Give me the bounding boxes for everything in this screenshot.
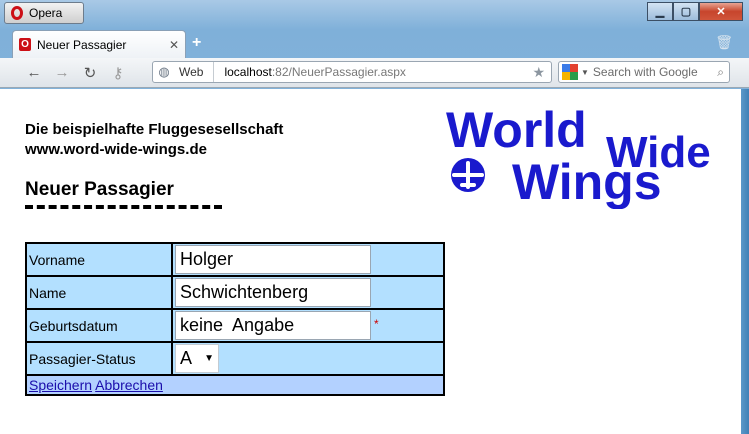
company-name: Die beispielhafte Fluggesesellschaft xyxy=(25,121,284,138)
form-row-vorname: Vorname xyxy=(25,242,445,277)
form-row-name: Name xyxy=(25,275,445,310)
form-actions-row: Speichern Abbrechen xyxy=(25,374,445,396)
window-edge xyxy=(741,89,749,434)
url-path: :82/NeuerPassagier.aspx xyxy=(271,65,406,79)
name-input[interactable] xyxy=(175,278,371,307)
trash-icon[interactable]: 🗑 xyxy=(715,34,733,51)
navigation-toolbar: ← → ↻ ⚷ ◍ Web localhost:82/NeuerPassagie… xyxy=(0,58,749,88)
save-link[interactable]: Speichern xyxy=(29,377,92,393)
opera-menu-button[interactable]: Opera xyxy=(4,2,84,24)
geburtsdatum-label: Geburtsdatum xyxy=(25,308,173,343)
url-host: localhost xyxy=(224,65,272,79)
address-bar[interactable]: ◍ Web localhost:82/NeuerPassagier.aspx ★ xyxy=(152,61,552,83)
vorname-label: Vorname xyxy=(25,242,173,277)
search-engine-dropdown-icon[interactable]: ▼ xyxy=(581,68,589,77)
key-icon[interactable]: ⚷ xyxy=(104,64,132,82)
search-icon[interactable]: ⌕ xyxy=(717,65,729,80)
logo-text-world: World xyxy=(446,102,587,158)
maximize-button[interactable]: ▢ xyxy=(673,2,699,21)
close-window-button[interactable]: ✕ xyxy=(699,2,743,21)
new-tab-button[interactable]: + xyxy=(192,34,201,52)
address-mode-label: Web xyxy=(175,62,215,82)
search-bar[interactable]: ▼ Search with Google ⌕ xyxy=(558,61,730,83)
page-title: Neuer Passagier xyxy=(25,179,222,209)
tab-close-icon[interactable]: ✕ xyxy=(169,38,179,52)
google-icon xyxy=(562,64,578,80)
form-row-geburtsdatum: Geburtsdatum * xyxy=(25,308,445,343)
url-text[interactable]: localhost:82/NeuerPassagier.aspx xyxy=(214,65,405,79)
company-url: www.word-wide-wings.de xyxy=(25,141,207,158)
logo-text-wings: Wings xyxy=(512,154,662,209)
passagier-status-label: Passagier-Status xyxy=(25,341,173,376)
page-content: Die beispielhafte Fluggesesellschaft www… xyxy=(0,89,741,434)
opera-favicon-icon: O xyxy=(19,38,31,51)
opera-menu-label: Opera xyxy=(29,6,63,20)
globe-icon: ◍ xyxy=(158,64,170,79)
company-info: Die beispielhafte Fluggesesellschaft www… xyxy=(25,120,283,160)
airplane-icon xyxy=(451,158,485,192)
minimize-button[interactable]: ▁ xyxy=(647,2,673,21)
world-wide-wings-logo: World Wide Wings xyxy=(446,102,711,209)
passenger-form: Vorname Name Geburtsdatum * Passagier-St… xyxy=(25,242,445,396)
chevron-down-icon: ▼ xyxy=(204,353,214,364)
tab-title: Neuer Passagier xyxy=(37,37,127,52)
search-placeholder: Search with Google xyxy=(592,65,698,79)
back-icon[interactable]: ← xyxy=(20,64,48,81)
passagier-status-value: A xyxy=(180,348,193,368)
required-marker: * xyxy=(374,317,379,331)
cancel-link[interactable]: Abbrechen xyxy=(95,377,163,393)
tab-neuer-passagier[interactable]: O Neuer Passagier ✕ xyxy=(12,30,186,58)
reload-icon[interactable]: ↻ xyxy=(76,64,104,82)
window-controls: ▁ ▢ ✕ xyxy=(647,2,743,21)
form-row-status: Passagier-Status A ▼ xyxy=(25,341,445,376)
bookmark-star-icon[interactable]: ★ xyxy=(532,64,551,81)
passagier-status-select[interactable]: A ▼ xyxy=(175,344,219,373)
vorname-input[interactable] xyxy=(175,245,371,274)
tab-bar: O Neuer Passagier ✕ + 🗑 xyxy=(0,28,749,58)
opera-logo-icon xyxy=(11,6,23,20)
name-label: Name xyxy=(25,275,173,310)
forward-icon[interactable]: → xyxy=(48,64,76,81)
geburtsdatum-input[interactable] xyxy=(175,311,371,340)
